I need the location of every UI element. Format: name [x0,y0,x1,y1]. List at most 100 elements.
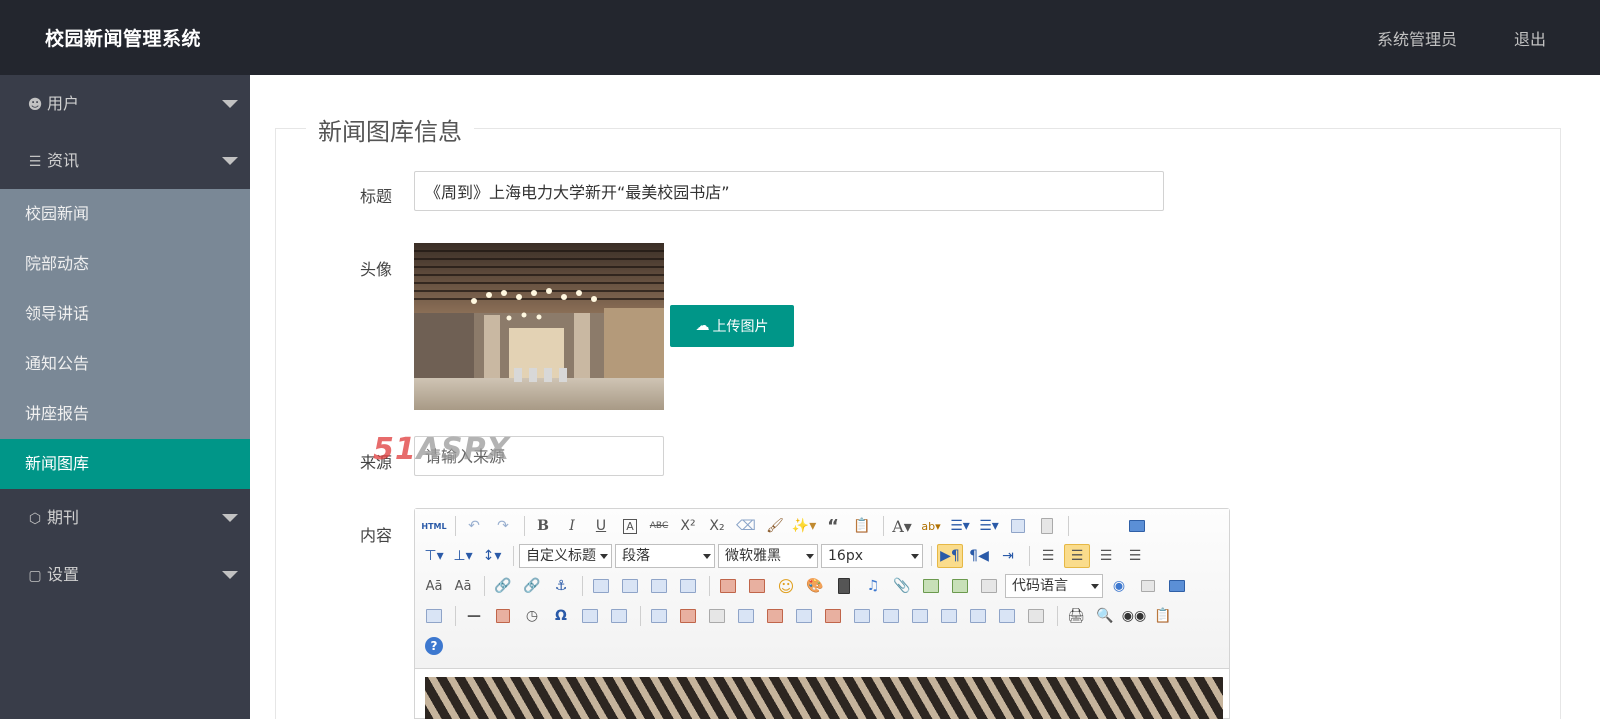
undo-icon[interactable]: ↶ [461,514,487,538]
delete-row-icon[interactable] [762,604,788,628]
select-all-icon[interactable] [1005,514,1031,538]
blockquote-icon[interactable]: “ [820,514,846,538]
align-justify-icon[interactable]: ☰ [1122,544,1148,568]
print-icon[interactable]: 🖨 [1063,604,1089,628]
image-right-icon[interactable] [646,574,672,598]
emotion-icon[interactable]: ☺ [773,574,799,598]
image-left-icon[interactable] [617,574,643,598]
row-spacing-top-icon[interactable]: ⊤▾ [421,544,447,568]
snapscreen-icon[interactable] [577,604,603,628]
font-color-icon[interactable]: A▾ [889,514,915,538]
insert-col-icon[interactable] [791,604,817,628]
iframe-icon[interactable]: ◉ [1106,574,1132,598]
eraser-icon[interactable]: ⌫ [733,514,759,538]
split-cols-icon[interactable] [994,604,1020,628]
webapp-icon[interactable] [976,574,1002,598]
insert-row-icon[interactable] [733,604,759,628]
delete-table-icon[interactable] [675,604,701,628]
uppercase-icon[interactable]: Aā [421,574,447,598]
split-cells-icon[interactable] [936,604,962,628]
special-chars-icon[interactable]: Ω [548,604,574,628]
link-icon[interactable]: 🔗 [490,574,516,598]
logout-link[interactable]: 退出 [1514,26,1546,50]
subnav-news-gallery[interactable]: 新闻图库 [0,439,250,489]
insert-image-icon[interactable] [715,574,741,598]
strikethrough-icon[interactable]: ABC [646,514,672,538]
search-replace-icon[interactable]: ◉◉ [1121,604,1147,628]
scrawl-icon[interactable]: 🎨 [802,574,828,598]
title-input[interactable] [414,171,1164,211]
align-right-icon[interactable]: ☰ [1093,544,1119,568]
chart-icon[interactable] [1023,604,1049,628]
nav-group-settings[interactable]: ▢ 设置 [0,546,250,603]
editor-content-area[interactable] [425,677,1223,719]
merge-cells-icon[interactable] [849,604,875,628]
paragraph-select[interactable]: 段落 [615,544,715,568]
paste-text-icon[interactable]: 📋 [849,514,875,538]
font-size-select[interactable]: 16px [821,544,923,568]
align-center-icon[interactable]: ☰ [1064,544,1090,568]
map-icon[interactable] [947,574,973,598]
rtl-direction-icon[interactable]: ¶◀ [966,544,992,568]
subnav-lectures[interactable]: 讲座报告 [0,389,250,439]
indent-icon[interactable]: ⇥ [995,544,1021,568]
insert-video-icon[interactable] [831,574,857,598]
html-source-button[interactable]: HTML [421,514,447,538]
nav-group-user[interactable]: ☻ 用户 [0,75,250,132]
image-search-icon[interactable] [918,574,944,598]
anchor-icon[interactable]: ⚓ [548,574,574,598]
image-center-icon[interactable] [675,574,701,598]
heading-select[interactable]: 自定义标题 [519,544,612,568]
subnav-leader-speech[interactable]: 领导讲话 [0,289,250,339]
ordered-list-icon[interactable]: ☰▾ [947,514,973,538]
unordered-list-icon[interactable]: ☰▾ [976,514,1002,538]
image-none-icon[interactable] [588,574,614,598]
multi-image-icon[interactable] [744,574,770,598]
italic-icon[interactable]: I [559,514,585,538]
nav-group-news[interactable]: ☰ 资讯 [0,132,250,189]
code-language-select[interactable]: 代码语言 [1005,574,1103,598]
font-family-select[interactable]: 微软雅黑 [718,544,818,568]
superscript-icon[interactable]: X² [675,514,701,538]
row-spacing-bottom-icon[interactable]: ⊥▾ [450,544,476,568]
horizontal-rule-icon[interactable]: — [461,604,487,628]
align-left-icon[interactable]: ☰ [1035,544,1061,568]
drafts-icon[interactable]: 📋 [1150,604,1176,628]
format-painter-icon[interactable]: 🖌 [762,514,788,538]
delete-col-icon[interactable] [820,604,846,628]
auto-format-icon[interactable]: ✨▾ [791,514,817,538]
background-color-icon[interactable]: ab▾ [918,514,944,538]
nav-group-journal[interactable]: ⬡ 期刊 [0,489,250,546]
preview-monitor-icon[interactable] [1124,514,1150,538]
attachment-icon[interactable]: 📎 [889,574,915,598]
line-height-icon[interactable]: ↕▾ [479,544,505,568]
underline-icon[interactable]: U [588,514,614,538]
insert-table-icon[interactable] [646,604,672,628]
merge-right-icon[interactable] [878,604,904,628]
music-icon[interactable]: ♫ [860,574,886,598]
split-rows-icon[interactable] [965,604,991,628]
clear-doc-icon[interactable] [1034,514,1060,538]
current-user-link[interactable]: 系统管理员 [1377,26,1457,50]
merge-down-icon[interactable] [907,604,933,628]
date-icon[interactable] [490,604,516,628]
bold-icon[interactable]: B [530,514,556,538]
unlink-icon[interactable]: 🔗 [519,574,545,598]
subnav-notices[interactable]: 通知公告 [0,339,250,389]
pagebreak-icon[interactable] [1135,574,1161,598]
ltr-direction-icon[interactable]: ▶¶ [937,544,963,568]
time-icon[interactable]: ◷ [519,604,545,628]
upload-image-button[interactable]: ☁ 上传图片 [670,305,794,347]
wordimage-icon[interactable] [606,604,632,628]
preview-icon[interactable]: 🔍 [1092,604,1118,628]
subscript-icon[interactable]: X₂ [704,514,730,538]
subnav-department-news[interactable]: 院部动态 [0,239,250,289]
insert-paragraph-before-table-icon[interactable] [704,604,730,628]
redo-icon[interactable]: ↷ [490,514,516,538]
template-icon[interactable] [1164,574,1190,598]
help-icon[interactable]: ? [421,634,447,658]
background-icon[interactable] [421,604,447,628]
subnav-campus-news[interactable]: 校园新闻 [0,189,250,239]
lowercase-icon[interactable]: Aā [450,574,476,598]
font-border-icon[interactable]: A [617,514,643,538]
